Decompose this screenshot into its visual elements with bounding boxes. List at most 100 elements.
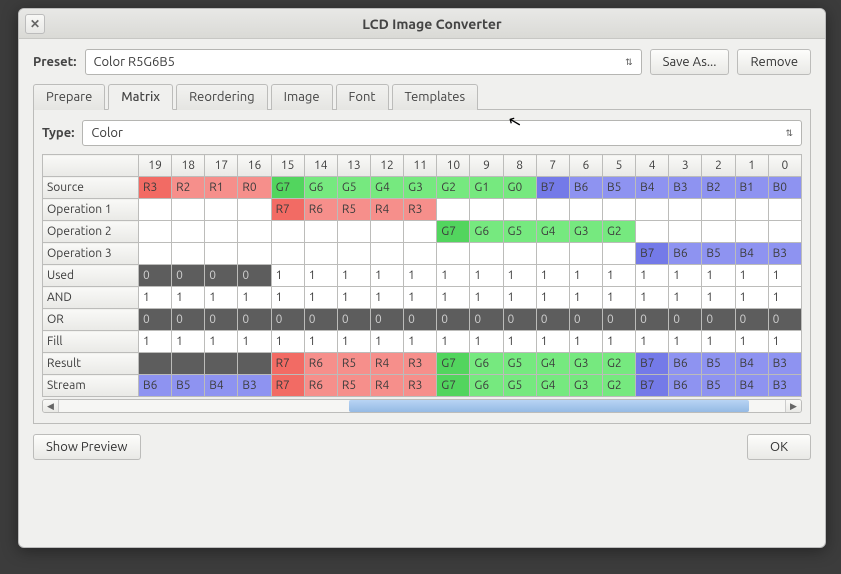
matrix-cell[interactable]: R3	[404, 199, 437, 221]
matrix-cell[interactable]: 0	[139, 265, 172, 287]
matrix-cell[interactable]: R3	[404, 353, 437, 375]
matrix-cell[interactable]: B4	[735, 375, 768, 397]
matrix-cell[interactable]: G2	[602, 353, 635, 375]
matrix-cell[interactable]	[768, 221, 801, 243]
matrix-cell[interactable]: 0	[304, 309, 337, 331]
matrix-cell[interactable]	[172, 221, 205, 243]
matrix-cell[interactable]: 0	[636, 309, 669, 331]
matrix-cell[interactable]: R5	[337, 199, 370, 221]
tab-templates[interactable]: Templates	[392, 84, 479, 110]
matrix-cell[interactable]: 0	[702, 309, 735, 331]
matrix-cell[interactable]: G4	[370, 177, 403, 199]
matrix-cell[interactable]: 1	[503, 331, 536, 353]
matrix-cell[interactable]: G6	[470, 221, 503, 243]
matrix-cell[interactable]	[205, 243, 238, 265]
matrix-cell[interactable]: B2	[702, 177, 735, 199]
matrix-cell[interactable]: 0	[172, 265, 205, 287]
matrix-cell[interactable]	[602, 243, 635, 265]
matrix-cell[interactable]: B4	[735, 353, 768, 375]
matrix-cell[interactable]: 0	[536, 309, 569, 331]
matrix-cell[interactable]: R6	[304, 375, 337, 397]
matrix-cell[interactable]: 1	[304, 265, 337, 287]
matrix-cell[interactable]	[536, 199, 569, 221]
matrix-cell[interactable]	[437, 199, 470, 221]
matrix-cell[interactable]	[205, 221, 238, 243]
matrix-cell[interactable]: G1	[470, 177, 503, 199]
matrix-cell[interactable]: B6	[669, 353, 702, 375]
matrix-cell[interactable]: B7	[636, 353, 669, 375]
matrix-cell[interactable]: 1	[768, 331, 801, 353]
matrix-cell[interactable]: 1	[669, 287, 702, 309]
matrix-cell[interactable]: 1	[536, 265, 569, 287]
matrix-cell[interactable]: G3	[404, 177, 437, 199]
matrix-cell[interactable]: 1	[271, 265, 304, 287]
matrix-cell[interactable]: G5	[503, 221, 536, 243]
matrix-cell[interactable]	[437, 243, 470, 265]
matrix-cell[interactable]: G3	[569, 221, 602, 243]
matrix-cell[interactable]: 0	[669, 309, 702, 331]
matrix-cell[interactable]: B7	[636, 375, 669, 397]
matrix-cell[interactable]: 1	[437, 331, 470, 353]
matrix-cell[interactable]: 0	[238, 309, 271, 331]
matrix-cell[interactable]	[304, 243, 337, 265]
matrix-cell[interactable]: G5	[337, 177, 370, 199]
matrix-cell[interactable]: R4	[370, 353, 403, 375]
matrix-cell[interactable]	[702, 221, 735, 243]
matrix-cell[interactable]: 0	[470, 309, 503, 331]
matrix-cell[interactable]: G5	[503, 353, 536, 375]
matrix-cell[interactable]: B1	[735, 177, 768, 199]
matrix-cell[interactable]: 1	[702, 287, 735, 309]
matrix-cell[interactable]: 0	[602, 309, 635, 331]
matrix-cell[interactable]: B5	[702, 243, 735, 265]
matrix-cell[interactable]	[139, 199, 172, 221]
matrix-cell[interactable]: R4	[370, 199, 403, 221]
matrix-cell[interactable]: 0	[404, 309, 437, 331]
matrix-cell[interactable]: 0	[370, 309, 403, 331]
matrix-cell[interactable]: B7	[636, 243, 669, 265]
matrix-cell[interactable]: 1	[370, 265, 403, 287]
matrix-cell[interactable]: 1	[735, 287, 768, 309]
matrix-cell[interactable]: 1	[569, 265, 602, 287]
tab-matrix[interactable]: Matrix	[108, 84, 173, 110]
scroll-track[interactable]	[59, 400, 785, 412]
matrix-cell[interactable]	[669, 221, 702, 243]
matrix-cell[interactable]: 1	[370, 331, 403, 353]
matrix-cell[interactable]: R6	[304, 199, 337, 221]
matrix-cell[interactable]: B7	[536, 177, 569, 199]
matrix-cell[interactable]: 0	[569, 309, 602, 331]
tab-image[interactable]: Image	[271, 84, 333, 110]
matrix-cell[interactable]	[337, 243, 370, 265]
matrix-cell[interactable]: G2	[437, 177, 470, 199]
scroll-left-icon[interactable]: ◀	[43, 400, 59, 412]
matrix-cell[interactable]	[735, 221, 768, 243]
matrix-cell[interactable]: B3	[669, 177, 702, 199]
matrix-cell[interactable]: 1	[271, 331, 304, 353]
matrix-cell[interactable]	[238, 243, 271, 265]
matrix-cell[interactable]: 0	[768, 309, 801, 331]
matrix-cell[interactable]: 0	[337, 309, 370, 331]
matrix-cell[interactable]	[735, 199, 768, 221]
matrix-cell[interactable]: 0	[205, 309, 238, 331]
matrix-cell[interactable]: 1	[304, 287, 337, 309]
matrix-cell[interactable]	[370, 221, 403, 243]
matrix-cell[interactable]: G6	[304, 177, 337, 199]
matrix-cell[interactable]: 1	[238, 331, 271, 353]
matrix-cell[interactable]: G7	[271, 177, 304, 199]
type-combo[interactable]: Color ⇅	[82, 120, 802, 146]
matrix-cell[interactable]: 1	[503, 287, 536, 309]
matrix-cell[interactable]: 0	[437, 309, 470, 331]
matrix-cell[interactable]: B3	[768, 375, 801, 397]
matrix-cell[interactable]: 1	[602, 331, 635, 353]
matrix-cell[interactable]: G3	[569, 375, 602, 397]
matrix-cell[interactable]: B6	[569, 177, 602, 199]
matrix-cell[interactable]: 0	[735, 309, 768, 331]
matrix-cell[interactable]	[636, 199, 669, 221]
matrix-cell[interactable]	[238, 221, 271, 243]
matrix-cell[interactable]: 1	[470, 265, 503, 287]
matrix-cell[interactable]: 1	[702, 265, 735, 287]
matrix-cell[interactable]: G7	[437, 221, 470, 243]
matrix-cell[interactable]	[172, 199, 205, 221]
matrix-cell[interactable]: 1	[337, 265, 370, 287]
matrix-cell[interactable]: 1	[370, 287, 403, 309]
matrix-cell[interactable]	[139, 243, 172, 265]
